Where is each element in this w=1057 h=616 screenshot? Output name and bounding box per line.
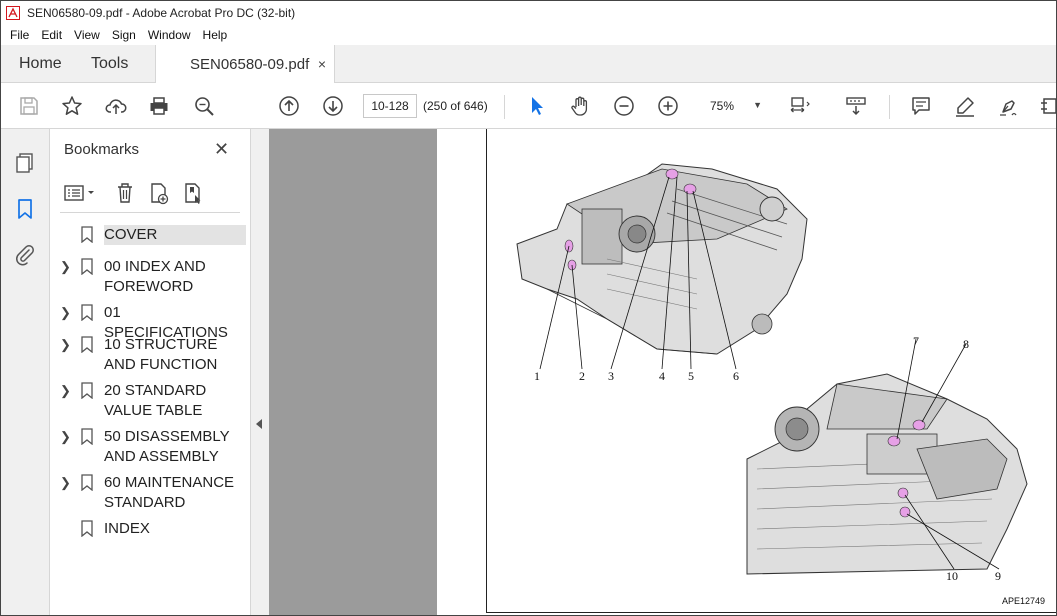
bookmark-label: COVER	[104, 225, 246, 245]
bookmark-label: 00 INDEX AND FOREWORD	[104, 258, 206, 295]
tab-tools[interactable]: Tools	[91, 45, 128, 83]
callout-9: 9	[995, 569, 1001, 583]
previous-page-icon[interactable]	[277, 94, 301, 118]
title-bar: SEN06580-09.pdf - Adobe Acrobat Pro DC (…	[1, 1, 1056, 25]
tab-home[interactable]: Home	[19, 45, 62, 83]
chevron-right-icon[interactable]: ❯	[60, 429, 71, 445]
toolbar: 10-128 (250 of 646) 75% ▼	[1, 83, 1056, 129]
bookmark-options-button[interactable]	[62, 181, 98, 205]
zoom-select[interactable]: 75% ▼	[696, 94, 768, 118]
bookmarks-panel: Bookmarks ✕ COVER ❯ 00 INDEX AND FOREWOR…	[50, 129, 250, 615]
tab-document-label: SEN06580-09.pdf	[190, 56, 310, 73]
acrobat-logo-icon	[5, 5, 21, 21]
callout-6: 6	[733, 369, 739, 383]
hand-tool-icon[interactable]	[568, 94, 592, 118]
chevron-right-icon[interactable]: ❯	[60, 383, 71, 399]
bookmark-label: 60 MAINTENANCE STANDARD	[104, 474, 235, 511]
bookmark-icon	[81, 382, 93, 399]
chevron-right-icon[interactable]: ❯	[60, 475, 71, 491]
bookmark-icon	[81, 226, 93, 243]
menu-window[interactable]: Window	[143, 28, 196, 42]
callout-7: 7	[913, 334, 919, 348]
bookmark-icon	[81, 520, 93, 537]
bookmarks-title: Bookmarks	[64, 141, 140, 158]
bookmark-icon	[81, 304, 93, 321]
bookmark-icon	[81, 474, 93, 491]
page-fit-icon[interactable]	[787, 94, 811, 118]
chevron-right-icon[interactable]: ❯	[60, 337, 71, 353]
callout-2: 2	[579, 369, 585, 383]
zoom-in-icon[interactable]	[656, 94, 680, 118]
document-background	[269, 129, 437, 615]
callout-1: 1	[534, 369, 540, 383]
collapse-panel-arrow-icon[interactable]	[256, 419, 262, 429]
callout-5: 5	[688, 369, 694, 383]
toolbar-divider	[889, 95, 890, 119]
new-bookmark-icon[interactable]	[148, 181, 170, 205]
bookmark-label: 50 DISASSEMBLY AND ASSEMBLY	[104, 428, 230, 465]
bookmark-structure-icon[interactable]	[182, 181, 204, 205]
chevron-right-icon[interactable]: ❯	[60, 259, 71, 275]
navigation-rail	[1, 129, 50, 615]
lower-engine-drawing	[746, 373, 1028, 575]
delete-bookmark-icon[interactable]	[114, 181, 136, 205]
menu-help[interactable]: Help	[198, 28, 233, 42]
toolbar-divider	[504, 95, 505, 119]
next-page-icon[interactable]	[321, 94, 345, 118]
callout-4: 4	[659, 369, 665, 383]
menu-file[interactable]: File	[5, 28, 34, 42]
bookmarks-close-button[interactable]: ✕	[214, 139, 229, 160]
comment-icon[interactable]	[909, 94, 933, 118]
highlight-pen-icon[interactable]	[953, 94, 977, 118]
star-icon[interactable]	[60, 94, 84, 118]
zoom-search-icon[interactable]	[192, 94, 216, 118]
engine-illustration	[516, 163, 1028, 575]
menu-bar: File Edit View Sign Window Help	[1, 25, 1056, 45]
print-icon[interactable]	[147, 94, 171, 118]
bookmark-label: INDEX	[104, 520, 150, 537]
bookmark-label: 10 STRUCTURE AND FUNCTION	[104, 336, 218, 373]
tab-close-button[interactable]: ×	[318, 56, 326, 72]
export-icon[interactable]	[1038, 94, 1056, 118]
chevron-right-icon[interactable]: ❯	[60, 305, 71, 321]
bookmark-icon	[81, 428, 93, 445]
callout-3: 3	[608, 369, 614, 383]
bookmarks-toolbar	[60, 177, 240, 213]
chevron-down-icon: ▼	[753, 100, 762, 110]
select-cursor-icon[interactable]	[525, 94, 549, 118]
bookmark-icon	[81, 258, 93, 275]
callout-10: 10	[946, 569, 958, 583]
save-icon[interactable]	[17, 94, 41, 118]
zoom-value: 75%	[710, 99, 735, 113]
bookmark-icon	[81, 336, 93, 353]
page-number-input[interactable]: 10-128	[363, 94, 417, 118]
menu-edit[interactable]: Edit	[36, 28, 67, 42]
callout-8: 8	[963, 337, 969, 351]
menu-view[interactable]: View	[69, 28, 105, 42]
pdf-page: 1 2 3 4 5 6 7 8 9 10 APE12749	[486, 129, 1056, 613]
window-title: SEN06580-09.pdf - Adobe Acrobat Pro DC (…	[27, 6, 296, 20]
tab-bar: Home Tools SEN06580-09.pdf ×	[1, 45, 1056, 84]
page-count-label: (250 of 646)	[423, 99, 488, 113]
scroll-mode-icon[interactable]	[844, 94, 868, 118]
sign-pen-icon[interactable]	[997, 94, 1021, 118]
menu-sign[interactable]: Sign	[107, 28, 141, 42]
zoom-out-icon[interactable]	[612, 94, 636, 118]
upper-engine-drawing	[516, 163, 808, 355]
panel-splitter[interactable]	[250, 129, 269, 615]
attachments-paperclip-icon[interactable]	[13, 243, 37, 267]
acrobat-window: SEN06580-09.pdf - Adobe Acrobat Pro DC (…	[0, 0, 1057, 616]
bookmark-panel-icon[interactable]	[13, 197, 37, 221]
cloud-upload-icon[interactable]	[104, 94, 128, 118]
tab-document[interactable]: SEN06580-09.pdf ×	[155, 45, 335, 84]
page-thumbnails-icon[interactable]	[13, 151, 37, 175]
document-view[interactable]: 1 2 3 4 5 6 7 8 9 10 APE12749	[269, 129, 1056, 615]
figure-code: APE12749	[1001, 596, 1045, 606]
bookmark-label: 20 STANDARD VALUE TABLE	[104, 382, 207, 419]
